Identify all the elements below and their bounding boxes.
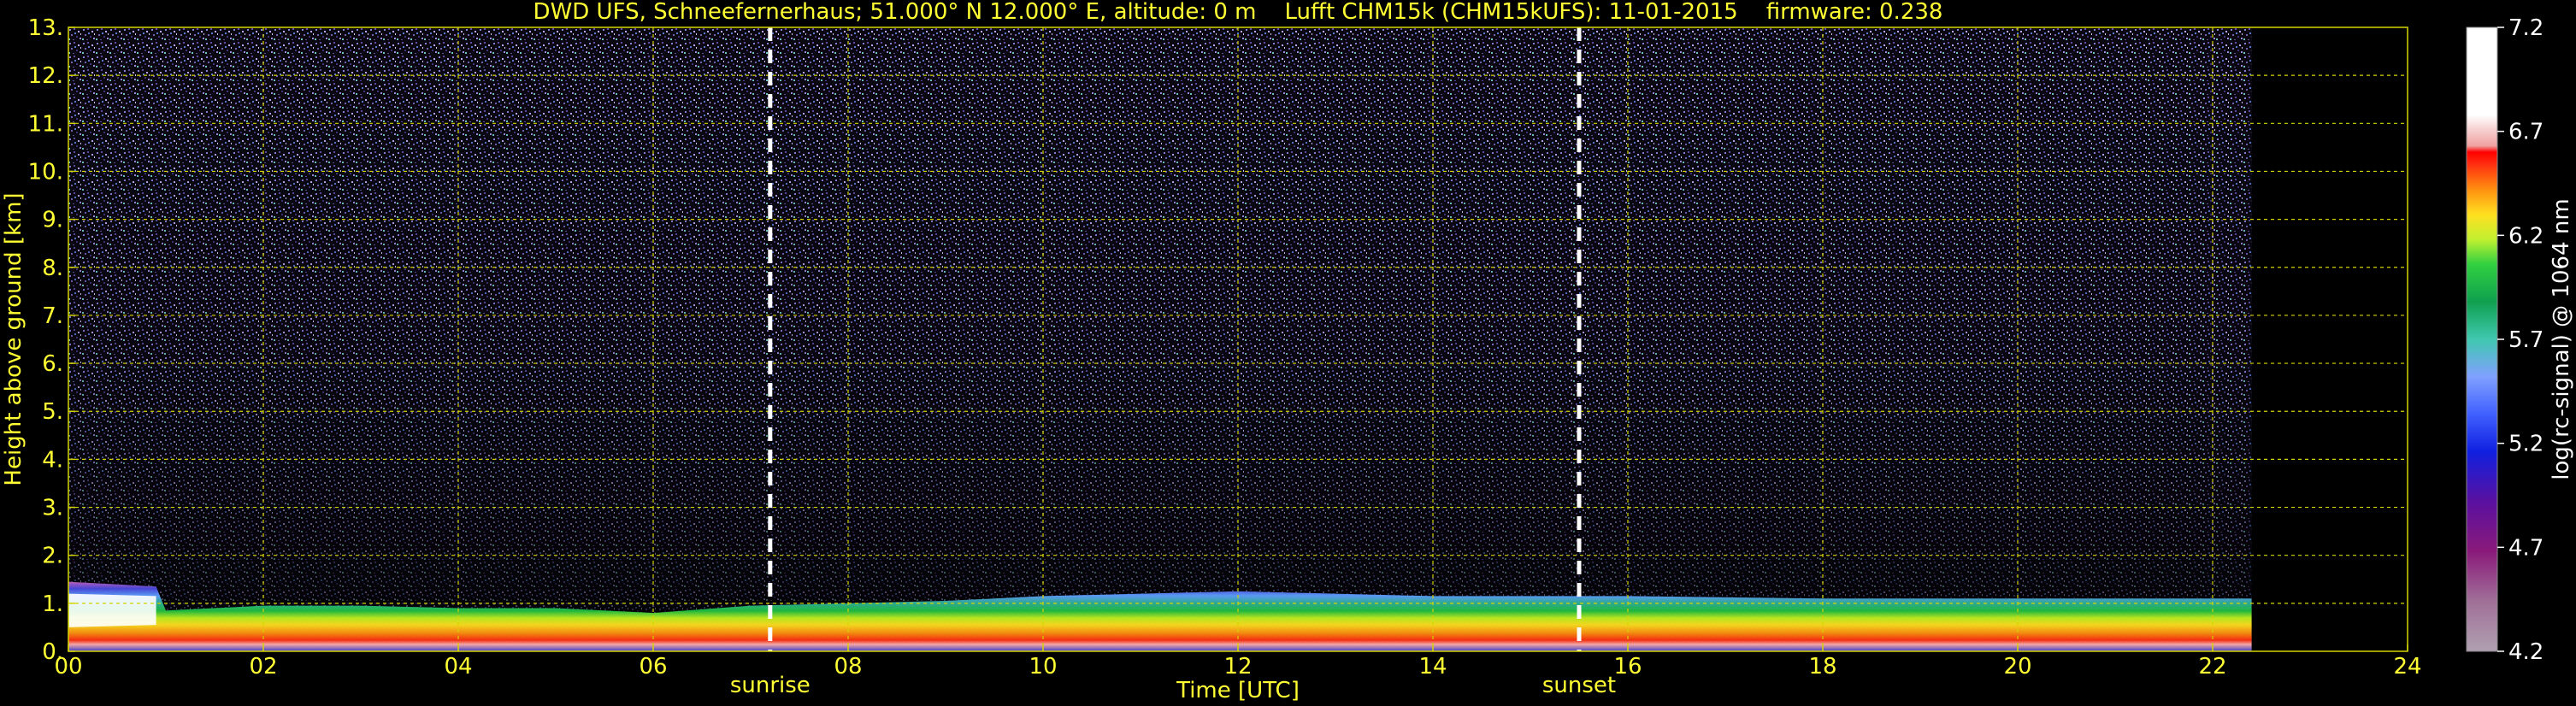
x-tick-label: 20 bbox=[2003, 654, 2031, 680]
colorbar-tick-label: 4.2 bbox=[2508, 639, 2544, 665]
y-tick-label: 8. bbox=[42, 256, 63, 281]
y-tick-label: 13. bbox=[28, 15, 63, 41]
y-axis-label: Height above ground [km] bbox=[1, 192, 27, 485]
x-tick-label: 08 bbox=[834, 654, 862, 680]
colorbar-gradient bbox=[2466, 26, 2498, 652]
y-tick-label: 11. bbox=[28, 111, 63, 137]
y-tick-label: 1. bbox=[42, 591, 63, 617]
x-tick-label: 10 bbox=[1029, 654, 1057, 680]
ceilometer-chart: 00 02 04 06 08 10 12 14 16 18 20 22 24 0.1.2.3.4.5.6… bbox=[1, 0, 2574, 703]
colorbar-tick-label: 6.7 bbox=[2508, 120, 2544, 145]
y-tick-label: 4. bbox=[42, 447, 63, 473]
y-tick-label: 5. bbox=[42, 399, 63, 425]
marker-label-sunset: sunset bbox=[1542, 673, 1616, 698]
chart-title: DWD UFS, Schneefernerhaus; 51.000° N 12.… bbox=[533, 0, 1943, 25]
x-tick-label: 02 bbox=[249, 654, 277, 680]
x-tick-label: 16 bbox=[1613, 654, 1642, 680]
y-tick-label: 6. bbox=[42, 351, 63, 377]
colorbar-label: log(rc-signal) @ 1064 nm bbox=[2549, 198, 2574, 479]
y-tick-label: 12. bbox=[28, 63, 63, 89]
marker-label-sunrise: sunrise bbox=[730, 673, 811, 698]
x-tick-label: 22 bbox=[2198, 654, 2226, 680]
y-tick-label: 3. bbox=[42, 496, 63, 521]
colorbar-ticks: 7.2 6.7 6.2 5.7 5.2 4.7 4.2 bbox=[2497, 15, 2544, 665]
colorbar-tick-label: 5.7 bbox=[2508, 327, 2544, 353]
colorbar-tick-label: 5.2 bbox=[2508, 432, 2544, 457]
x-tick-label: 18 bbox=[1808, 654, 1836, 680]
night-cloud-signal bbox=[68, 593, 156, 627]
plot-area bbox=[68, 27, 2408, 651]
colorbar-tick-label: 7.2 bbox=[2508, 15, 2544, 41]
backscatter-noise-fade bbox=[68, 27, 2252, 651]
x-tick-label: 14 bbox=[1418, 654, 1447, 680]
y-tick-label: 9. bbox=[42, 208, 63, 233]
colorbar: 7.2 6.7 6.2 5.7 5.2 4.7 4.2 log(rc-signal) @ 1… bbox=[2466, 15, 2574, 665]
x-tick-label: 12 bbox=[1223, 654, 1252, 680]
colorbar-tick-label: 6.2 bbox=[2508, 223, 2544, 249]
x-tick-label: 04 bbox=[444, 654, 472, 680]
y-tick-label: 7. bbox=[42, 303, 63, 329]
x-axis-label: Time [UTC] bbox=[1176, 678, 1300, 703]
y-tick-label: 10. bbox=[28, 159, 63, 185]
colorbar-tick-label: 4.7 bbox=[2508, 535, 2544, 561]
y-tick-label: 0. bbox=[42, 639, 63, 665]
y-tick-label: 2. bbox=[42, 544, 63, 569]
x-tick-label: 24 bbox=[2393, 654, 2421, 680]
x-tick-label: 06 bbox=[639, 654, 667, 680]
